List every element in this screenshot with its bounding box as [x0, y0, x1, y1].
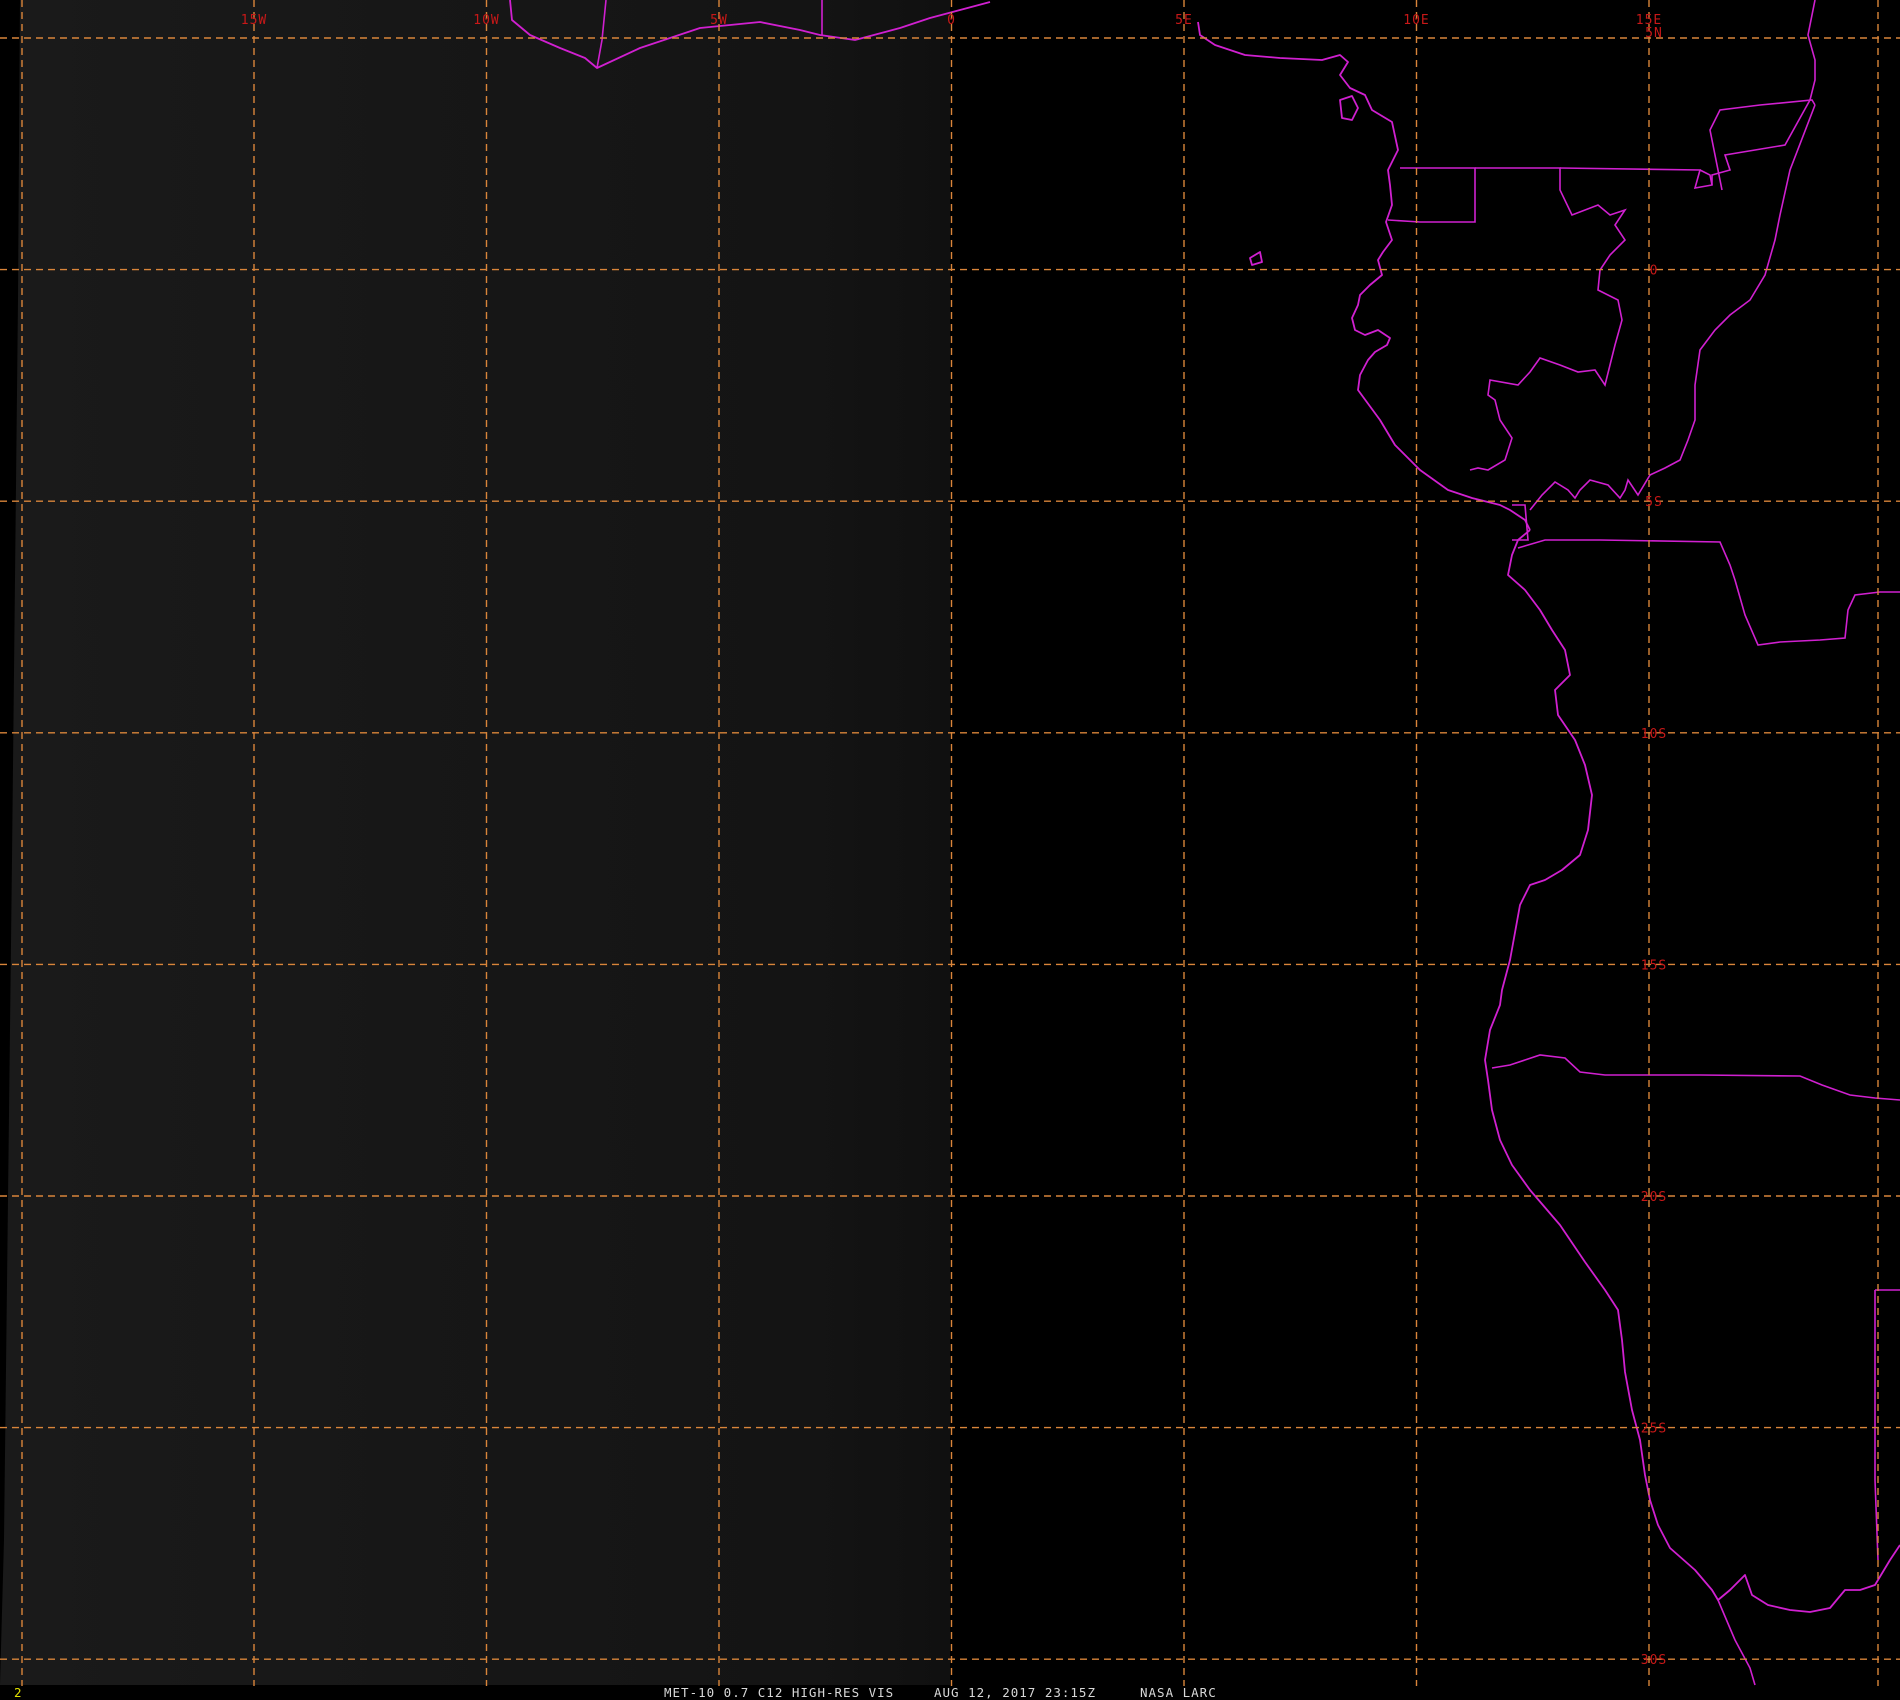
- frame-number: 2: [14, 1685, 23, 1700]
- longitude-label-5e: 5E: [1175, 13, 1193, 28]
- latitude-label-30s: 30S: [1641, 1653, 1667, 1668]
- latitude-label-0: 0: [1650, 264, 1659, 279]
- latitude-label-5s: 5S: [1645, 495, 1663, 510]
- latitude-label-10s: 10S: [1641, 727, 1667, 742]
- latitude-label-15s: 15S: [1641, 958, 1667, 973]
- longitude-label-15w: 15W: [241, 13, 267, 28]
- footer-product: MET-10 0.7 C12 HIGH-RES VIS: [664, 1685, 894, 1700]
- latitude-label-5n: 5N: [1645, 26, 1663, 41]
- longitude-label-10e: 10E: [1403, 13, 1429, 28]
- scan-region: [0, 0, 950, 1685]
- footer-datetime: AUG 12, 2017 23:15Z: [934, 1685, 1096, 1700]
- footer-source: NASA LARC: [1140, 1685, 1217, 1700]
- satellite-map: 15W 10W 5W 0 5E 10E 15E5N05S10S15S20S25S30S 2 …: [0, 0, 1900, 1700]
- longitude-label-0: 0: [947, 13, 956, 28]
- longitude-label-5w: 5W: [710, 13, 728, 28]
- latitude-label-20s: 20S: [1641, 1190, 1667, 1205]
- longitude-label-10w: 10W: [473, 13, 499, 28]
- latitude-label-25s: 25S: [1641, 1422, 1667, 1437]
